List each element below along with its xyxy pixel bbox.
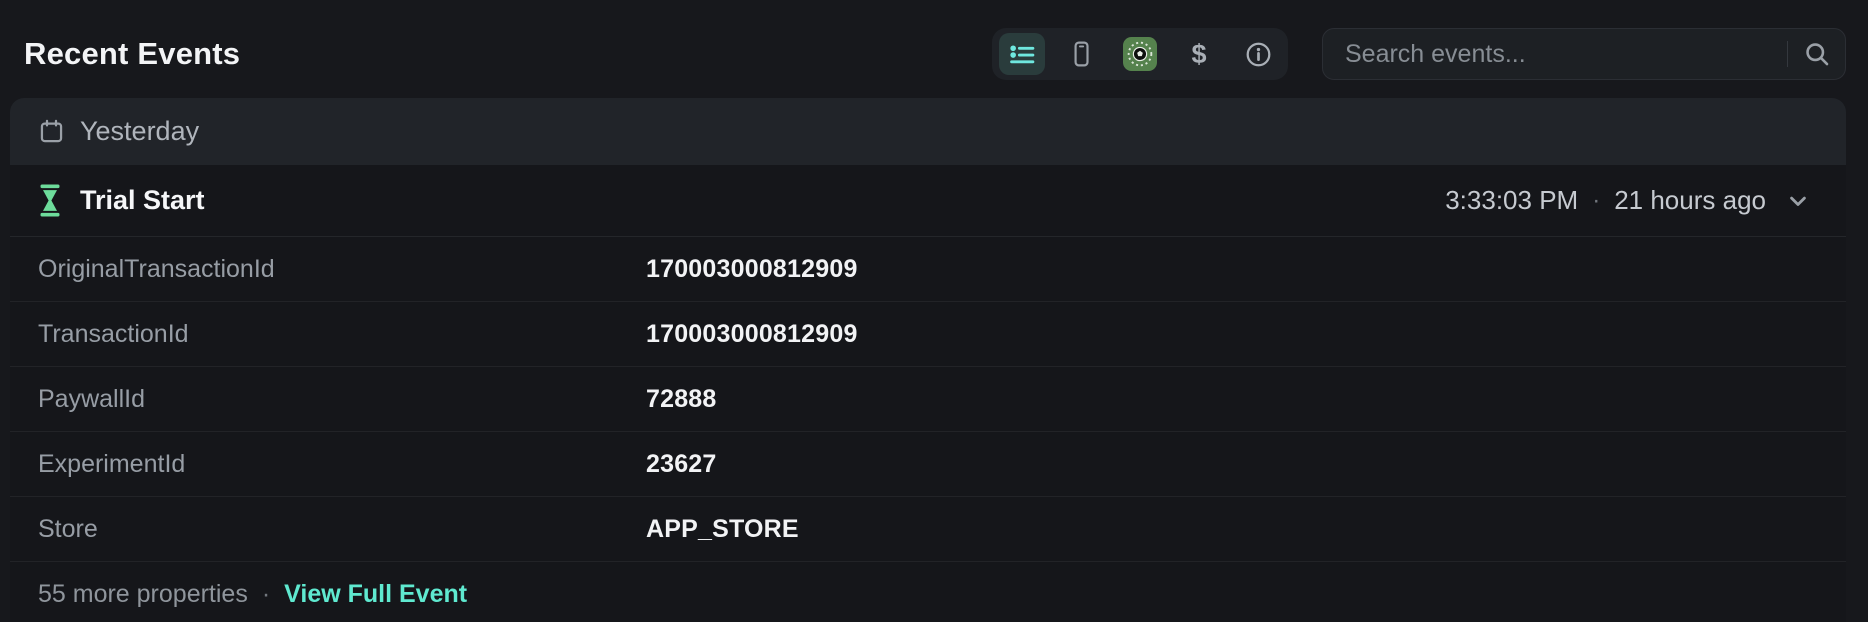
- app-logo-icon: [1123, 37, 1157, 71]
- device-view-button[interactable]: [1058, 33, 1104, 75]
- event-time-group: 3:33:03 PM · 21 hours ago: [1445, 185, 1766, 216]
- property-value: 23627: [646, 450, 717, 479]
- property-value: 72888: [646, 385, 717, 414]
- calendar-icon: [38, 118, 65, 145]
- app-view-button[interactable]: [1117, 33, 1163, 75]
- property-value: APP_STORE: [646, 515, 799, 544]
- chevron-down-icon[interactable]: [1784, 187, 1812, 215]
- property-label: OriginalTransactionId: [38, 255, 646, 284]
- property-label: TransactionId: [38, 320, 646, 349]
- property-row: Store APP_STORE: [10, 497, 1846, 562]
- event-row[interactable]: Trial Start 3:33:03 PM · 21 hours ago: [10, 165, 1846, 237]
- footer-separator: ·: [262, 580, 270, 609]
- time-separator: ·: [1592, 187, 1600, 215]
- property-value: 170003000812909: [646, 320, 858, 349]
- page-title: Recent Events: [24, 36, 958, 72]
- search-divider: [1787, 41, 1788, 67]
- revenue-view-button[interactable]: $: [1176, 33, 1222, 75]
- property-label: Store: [38, 515, 646, 544]
- list-view-icon: [1009, 41, 1036, 68]
- event-footer: 55 more properties · View Full Event: [10, 562, 1846, 622]
- view-full-event-link[interactable]: View Full Event: [284, 580, 467, 609]
- date-group-header: Yesterday: [10, 98, 1846, 165]
- property-label: ExperimentId: [38, 450, 646, 479]
- event-name: Trial Start: [80, 185, 205, 216]
- list-view-button[interactable]: [999, 33, 1045, 75]
- property-row: ExperimentId 23627: [10, 432, 1846, 497]
- info-button[interactable]: [1235, 33, 1281, 75]
- search-icon[interactable]: [1803, 40, 1831, 68]
- hourglass-icon: [38, 184, 62, 217]
- event-time: 3:33:03 PM: [1445, 185, 1578, 216]
- search-input[interactable]: [1345, 40, 1777, 69]
- search-box: [1322, 28, 1846, 80]
- phone-icon: [1068, 41, 1094, 67]
- events-panel: Yesterday Trial Start 3:33:03 PM · 21 ho…: [10, 98, 1846, 622]
- property-row: TransactionId 170003000812909: [10, 302, 1846, 367]
- event-relative-time: 21 hours ago: [1614, 185, 1766, 216]
- date-group-label: Yesterday: [80, 116, 199, 147]
- property-row: PaywallId 72888: [10, 367, 1846, 432]
- property-label: PaywallId: [38, 385, 646, 414]
- property-row: OriginalTransactionId 170003000812909: [10, 237, 1846, 302]
- dollar-icon: $: [1191, 41, 1206, 68]
- header: Recent Events: [0, 0, 1868, 98]
- property-value: 170003000812909: [646, 255, 858, 284]
- info-icon: [1245, 41, 1272, 68]
- more-properties-text: 55 more properties: [38, 580, 248, 609]
- view-toolbar: $: [992, 28, 1288, 80]
